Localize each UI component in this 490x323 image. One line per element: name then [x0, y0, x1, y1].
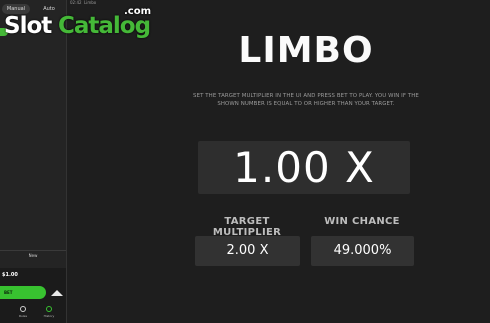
rules-label: Rules: [18, 314, 28, 318]
slotcatalog-logo: Slot Catalog .com: [4, 6, 154, 42]
bet-button[interactable]: BET: [0, 286, 46, 299]
divider: [0, 250, 66, 251]
instructions: SET THE TARGET MULTIPLIER IN THE UI AND …: [193, 93, 419, 107]
clock: 02:42: [70, 0, 82, 5]
target-multiplier-label: TARGET MULTIPLIER: [212, 216, 282, 238]
up-arrow-icon[interactable]: [51, 290, 63, 296]
win-chance-input[interactable]: 49.000%: [311, 236, 414, 266]
rules-icon: [20, 306, 26, 312]
history-icon: [46, 306, 52, 312]
history-label: New: [28, 253, 38, 258]
bet-amount[interactable]: $1.00: [2, 272, 18, 278]
history-button[interactable]: History: [42, 306, 56, 318]
logo-slot: Slot: [4, 13, 52, 39]
rules-button[interactable]: Rules: [16, 306, 30, 318]
target-multiplier-input[interactable]: 2.00 X: [195, 236, 300, 266]
game-title: LIMBO: [238, 30, 374, 71]
logo-com: .com: [124, 6, 152, 17]
result-multiplier: 1.00 X: [198, 141, 410, 194]
game-name: Limbo: [84, 0, 97, 5]
bet-sidebar: Manual Auto New $1.00 BET Rules History: [0, 0, 67, 323]
win-chance-label: WIN CHANCE: [324, 216, 400, 227]
history-button-label: History: [43, 314, 55, 318]
